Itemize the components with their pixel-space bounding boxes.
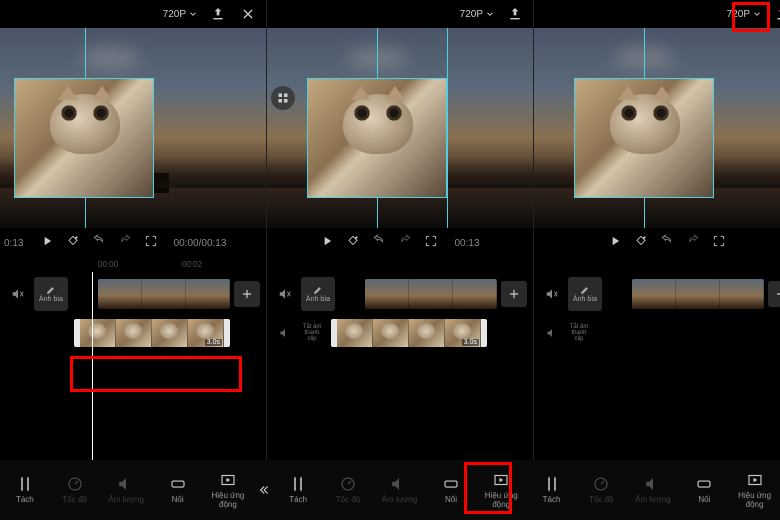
undo-button[interactable] bbox=[660, 234, 674, 253]
bottom-toolbar: Tách Tốc độ Âm lượng Nối Hiệu ứng động T… bbox=[0, 460, 780, 520]
export-button[interactable] bbox=[505, 4, 525, 24]
preview-area[interactable] bbox=[0, 28, 266, 228]
keyframe-button[interactable] bbox=[634, 234, 648, 253]
mute-line-label: Tắt âm thanh clip bbox=[297, 324, 327, 342]
tool-split[interactable]: Tách bbox=[9, 475, 41, 505]
keyframe-button[interactable] bbox=[66, 234, 80, 253]
clip-handle-right[interactable] bbox=[224, 319, 230, 347]
close-button[interactable] bbox=[238, 4, 258, 24]
current-time-label: 0:13 bbox=[4, 238, 23, 249]
tool-volume[interactable]: Âm lượng bbox=[382, 475, 418, 505]
resolution-label: 720P bbox=[163, 9, 186, 20]
mute-button[interactable] bbox=[6, 287, 30, 301]
playhead-indicator bbox=[447, 28, 448, 228]
fullscreen-button[interactable] bbox=[144, 234, 158, 253]
tool-speed[interactable]: Tốc độ bbox=[332, 475, 364, 505]
timecode-label: 00:13 bbox=[454, 238, 479, 249]
cover-button[interactable]: Ảnh bìa bbox=[301, 277, 335, 311]
toolbar-group-3: Tách Tốc độ Âm lượng Nối Hiệu ứng động bbox=[527, 471, 780, 510]
collapse-button[interactable] bbox=[253, 483, 273, 497]
clip-duration: 3.0s bbox=[462, 339, 479, 346]
tool-animation[interactable]: Hiệu ứng động bbox=[485, 471, 518, 510]
cover-label: Ảnh bìa bbox=[39, 296, 63, 303]
chevron-down-icon bbox=[188, 9, 198, 19]
redo-button[interactable] bbox=[686, 234, 700, 253]
export-icon bbox=[507, 6, 523, 22]
export-icon bbox=[210, 6, 226, 22]
playback-controls: 0:13 00:00/00:13 bbox=[0, 228, 266, 258]
tool-split[interactable]: Tách bbox=[536, 475, 568, 505]
header: 720P bbox=[534, 0, 780, 28]
mute-line-button[interactable] bbox=[273, 327, 297, 339]
overlay-clip[interactable]: 3.0s bbox=[331, 319, 487, 347]
tool-speed[interactable]: Tốc độ bbox=[585, 475, 617, 505]
fullscreen-button[interactable] bbox=[424, 234, 438, 253]
export-button[interactable] bbox=[208, 4, 228, 24]
overlay-clip[interactable]: 3.0s bbox=[74, 319, 230, 347]
pane-3: 720P Ảnh bbox=[534, 0, 780, 520]
main-track[interactable] bbox=[365, 279, 497, 309]
playback-controls: 00:13 bbox=[267, 228, 533, 258]
overlay-selection-box[interactable] bbox=[307, 78, 447, 198]
header: 720P bbox=[0, 0, 266, 28]
tool-speed[interactable]: Tốc độ bbox=[59, 475, 91, 505]
pane-1: 720P 0:13 00:00/00:13 bbox=[0, 0, 267, 520]
add-clip-button[interactable] bbox=[234, 281, 260, 307]
header: 720P bbox=[267, 0, 533, 28]
toolbar-group-1: Tách Tốc độ Âm lượng Nối Hiệu ứng động bbox=[0, 471, 253, 510]
mute-line-button[interactable] bbox=[540, 327, 564, 339]
tool-animation[interactable]: Hiệu ứng động bbox=[738, 471, 771, 510]
undo-button[interactable] bbox=[372, 234, 386, 253]
mute-button[interactable] bbox=[273, 287, 297, 301]
toolbar-group-2: Tách Tốc độ Âm lượng Nối Hiệu ứng động bbox=[273, 471, 526, 510]
preview-area[interactable] bbox=[534, 28, 780, 228]
export-button[interactable] bbox=[772, 4, 780, 24]
cover-button[interactable]: Ảnh bìa bbox=[34, 277, 68, 311]
resolution-select[interactable]: 720P bbox=[460, 9, 495, 20]
time-ruler[interactable] bbox=[267, 258, 533, 272]
tool-split[interactable]: Tách bbox=[282, 475, 314, 505]
tool-link[interactable]: Nối bbox=[162, 475, 194, 505]
resolution-select[interactable]: 720P bbox=[727, 9, 762, 20]
fullscreen-button[interactable] bbox=[712, 234, 726, 253]
keyframe-button[interactable] bbox=[346, 234, 360, 253]
pencil-icon bbox=[46, 285, 56, 295]
main-track[interactable] bbox=[98, 279, 230, 309]
cover-button[interactable]: Ảnh bìa bbox=[568, 277, 602, 311]
export-icon bbox=[774, 6, 780, 22]
preview-area[interactable] bbox=[267, 28, 533, 228]
undo-button[interactable] bbox=[92, 234, 106, 253]
pane-2: 720P 00:13 bbox=[267, 0, 534, 520]
timecode-label: 00:00/00:13 bbox=[174, 238, 227, 249]
pencil-icon bbox=[313, 285, 323, 295]
play-button[interactable] bbox=[608, 234, 622, 253]
tool-animation[interactable]: Hiệu ứng động bbox=[211, 471, 244, 510]
time-ruler[interactable]: 00:00 00:02 bbox=[0, 258, 266, 272]
time-ruler[interactable] bbox=[534, 258, 780, 272]
overlay-selection-box[interactable] bbox=[14, 78, 154, 198]
tool-link[interactable]: Nối bbox=[435, 475, 467, 505]
tool-volume[interactable]: Âm lượng bbox=[108, 475, 144, 505]
mute-button[interactable] bbox=[540, 287, 564, 301]
clip-duration: 3.0s bbox=[205, 339, 222, 346]
play-button[interactable] bbox=[40, 234, 54, 253]
resolution-select[interactable]: 720P bbox=[163, 9, 198, 20]
redo-button[interactable] bbox=[398, 234, 412, 253]
add-clip-button[interactable] bbox=[501, 281, 527, 307]
play-button[interactable] bbox=[320, 234, 334, 253]
overlay-selection-box[interactable] bbox=[574, 78, 714, 198]
pencil-icon bbox=[580, 285, 590, 295]
chevron-down-icon bbox=[485, 9, 495, 19]
tool-volume[interactable]: Âm lượng bbox=[635, 475, 671, 505]
redo-button[interactable] bbox=[118, 234, 132, 253]
add-clip-button[interactable] bbox=[768, 281, 780, 307]
playback-controls bbox=[534, 228, 780, 258]
tool-link[interactable]: Nối bbox=[688, 475, 720, 505]
clip-handle-right[interactable] bbox=[481, 319, 487, 347]
grid-button[interactable] bbox=[271, 86, 295, 110]
chevron-down-icon bbox=[752, 9, 762, 19]
close-icon bbox=[240, 6, 256, 22]
main-track[interactable] bbox=[632, 279, 764, 309]
